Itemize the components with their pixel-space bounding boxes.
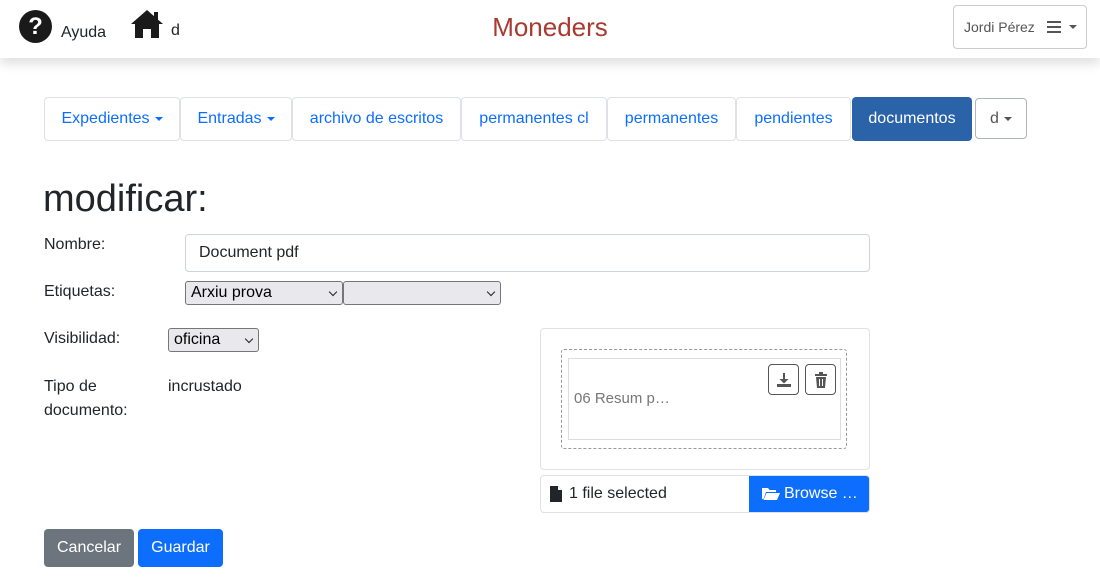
visibilidad-label: Visibilidad: — [44, 330, 121, 347]
folder-open-icon — [762, 488, 780, 500]
tab-permanentes-cl[interactable]: permanentes cl — [461, 97, 607, 141]
select-value: Arxiu prova — [191, 284, 272, 301]
nombre-label: Nombre: — [44, 236, 106, 253]
chevron-down-icon — [266, 117, 275, 121]
file-icon — [550, 486, 562, 502]
etiquetas-label: Etiquetas: — [44, 283, 116, 300]
chevron-down-icon — [244, 334, 254, 344]
etiqueta-select-2[interactable] — [343, 281, 501, 305]
tab-label: permanentes — [624, 110, 719, 127]
visibilidad-select[interactable]: oficina — [168, 328, 259, 352]
tab-label: archivo de escritos — [309, 110, 444, 127]
select-value: oficina — [174, 331, 221, 348]
file-input[interactable]: 1 file selected Browse … — [540, 475, 870, 513]
file-thumbnail: 06 Resum p… — [568, 358, 841, 440]
chevron-down-icon — [154, 117, 163, 121]
tipo-documento-value: incrustado — [168, 378, 242, 395]
tab-label: Expedientes — [61, 110, 150, 127]
file-preview-card: 06 Resum p… — [540, 328, 870, 470]
save-button[interactable]: Guardar — [138, 529, 223, 567]
tab-archivo-de-escritos[interactable]: archivo de escritos — [292, 97, 461, 141]
cancel-button[interactable]: Cancelar — [44, 529, 134, 567]
browse-button[interactable]: Browse … — [749, 476, 869, 512]
chevron-down-icon — [486, 287, 496, 297]
tipo-documento-label-2: documento: — [44, 402, 128, 419]
file-name: 06 Resum p… — [574, 390, 670, 407]
nombre-input[interactable] — [185, 234, 870, 272]
download-icon — [776, 372, 791, 387]
tab-label: pendientes — [754, 110, 833, 127]
tab-label: Entradas — [197, 110, 262, 127]
page-title: modificar: — [43, 178, 208, 220]
chevron-down-icon — [1068, 25, 1077, 29]
tab-label: permanentes cl — [479, 110, 589, 127]
user-menu-button[interactable]: Jordi Pérez — [953, 5, 1087, 49]
chevron-down-icon — [1003, 116, 1012, 121]
user-name: Jordi Pérez — [964, 19, 1035, 35]
tab-entradas[interactable]: Entradas — [180, 97, 292, 141]
etiqueta-select-1[interactable]: Arxiu prova — [185, 281, 343, 305]
file-caption: 1 file selected — [541, 476, 749, 512]
tab-expedientes[interactable]: Expedientes — [44, 97, 180, 141]
bars-icon — [1046, 21, 1061, 33]
browse-label: Browse … — [784, 485, 858, 502]
tab-d-dropdown[interactable]: d — [975, 98, 1027, 139]
delete-button[interactable] — [805, 364, 836, 395]
top-navbar: ? Ayuda d Moneders Jordi Pérez — [0, 0, 1100, 58]
brand-title[interactable]: Moneders — [0, 12, 1100, 43]
tab-pendientes[interactable]: pendientes — [736, 97, 851, 141]
file-caption-text: 1 file selected — [569, 485, 667, 502]
tab-documentos[interactable]: documentos — [852, 97, 972, 141]
download-button[interactable] — [768, 364, 799, 395]
tipo-documento-label-1: Tipo de — [44, 378, 97, 395]
file-dropzone[interactable]: 06 Resum p… — [561, 349, 847, 449]
tab-permanentes[interactable]: permanentes — [607, 97, 736, 141]
tab-label: d — [990, 109, 999, 127]
chevron-down-icon — [328, 287, 338, 297]
tab-label: documentos — [868, 110, 956, 127]
trash-icon — [814, 371, 827, 388]
